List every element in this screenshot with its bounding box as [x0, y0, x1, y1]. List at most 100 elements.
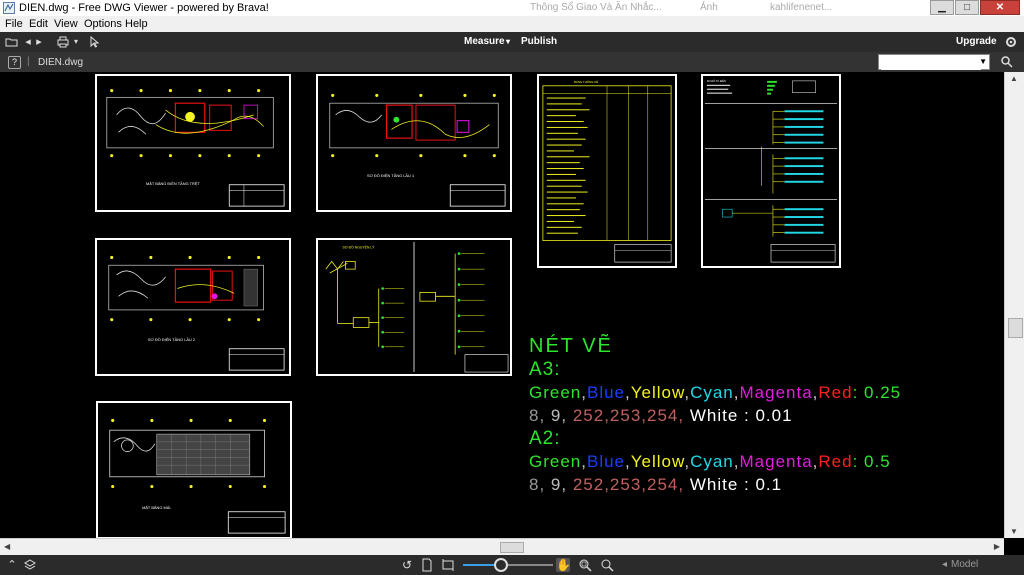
roof-plan-drawing: MẶT BẰNG MÁI	[109, 418, 286, 534]
line-weight-legend: NÉT VẼ A3: Green,Blue,Yellow,Cyan,Magent…	[529, 335, 901, 496]
measure-dropdown-icon[interactable]: ▾	[506, 37, 510, 46]
chevron-down-icon[interactable]: ▾	[69, 35, 83, 49]
drawing-sheet[interactable]: MẶT BẰNG MÁI	[96, 401, 292, 538]
search-field[interactable]: ▼	[878, 54, 990, 70]
background-tab[interactable]: kahlifenenet...	[770, 2, 832, 13]
color-cyan: Cyan	[690, 383, 734, 402]
menu-options[interactable]: Options	[84, 18, 122, 30]
chevron-up-icon[interactable]: ⌃	[5, 558, 19, 572]
menu-help[interactable]: Help	[125, 18, 148, 30]
scroll-thumb[interactable]	[1008, 318, 1023, 338]
scroll-down-icon[interactable]: ▼	[1010, 527, 1018, 536]
legend-a3-colors: Green,Blue,Yellow,Cyan,Magenta,Red: 0.25	[529, 383, 902, 402]
drawing-sheet[interactable]: SƠ ĐỒ TỦ ĐIỆN	[701, 74, 841, 268]
legend-a2-colors: Green,Blue,Yellow,Cyan,Magenta,Red: 0.5	[529, 452, 891, 471]
title-bar: DIEN.dwg - Free DWG Viewer - powered by …	[0, 0, 1024, 16]
color-magenta: Magenta	[739, 383, 813, 402]
app-icon	[3, 2, 15, 14]
a2-weight: : 0.5	[852, 452, 891, 471]
zoom-slider[interactable]	[463, 564, 553, 566]
gray-9: 9	[550, 475, 562, 494]
white: White	[689, 475, 739, 494]
color-yellow: Yellow	[630, 383, 685, 402]
zoom-slider-thumb[interactable]	[493, 558, 508, 572]
chevron-left-icon[interactable]: ◂	[942, 559, 947, 570]
close-button[interactable]: ✕	[980, 0, 1020, 15]
floor-plan-drawing: MẶT BẰNG ĐIỆN TẦNG TRỆT	[106, 89, 285, 207]
sheet-label: BẢNG THỐNG KÊ	[574, 79, 598, 84]
print-icon[interactable]	[56, 35, 70, 49]
legend-a3-label: A3:	[529, 359, 561, 380]
pan-hand-icon[interactable]: ✋	[556, 558, 571, 572]
search-input[interactable]	[881, 56, 981, 70]
color-cyan: Cyan	[690, 452, 734, 471]
floor-plan-drawing: SƠ ĐỒ ĐIỆN TẦNG LẦU 1	[329, 93, 506, 207]
background-tab[interactable]: Thông Sổ Giao Và Ăn Nhắc...	[530, 2, 662, 13]
minimize-button[interactable]: ▁	[930, 0, 954, 15]
white: White	[689, 406, 739, 425]
folder-open-icon[interactable]	[5, 35, 19, 49]
horizontal-scrollbar[interactable]: ◀ ▶	[0, 538, 1004, 555]
gray-set: 252,253,254	[572, 406, 679, 425]
vertical-scrollbar[interactable]: ▲ ▼	[1004, 72, 1024, 538]
chevron-down-icon[interactable]: ▼	[979, 57, 987, 66]
scroll-thumb[interactable]	[500, 542, 524, 553]
page-icon[interactable]	[420, 558, 434, 572]
color-magenta: Magenta	[739, 452, 813, 471]
schedule-table-drawing: BẢNG THỐNG KÊ	[542, 79, 672, 263]
legend-a3-grays: 8, 9, 252,253,254, White : 0.01	[529, 406, 793, 425]
model-tab[interactable]: ◂ Model	[942, 559, 978, 570]
floor-plan-drawing: SƠ ĐỒ ĐIỆN TẦNG LẦU 2	[108, 255, 285, 371]
menu-edit[interactable]: Edit	[29, 18, 48, 30]
scroll-up-icon[interactable]: ▲	[1010, 74, 1018, 83]
fit-icon[interactable]	[441, 558, 455, 572]
publish-button[interactable]: Publish	[521, 36, 557, 47]
drawing-sheet[interactable]: SƠ ĐỒ NGUYÊN LÝ	[316, 238, 512, 376]
sheet-label: MẶT BẰNG ĐIỆN TẦNG TRỆT	[146, 181, 200, 186]
zoom-window-icon[interactable]	[578, 558, 592, 572]
rotate-icon[interactable]: ↺	[400, 558, 414, 572]
document-bar: ? | DIEN.dwg ▼	[0, 52, 1024, 72]
drawing-sheet[interactable]: SƠ ĐỒ ĐIỆN TẦNG LẦU 1	[316, 74, 512, 212]
menu-bar: File Edit View Options Help	[0, 16, 1024, 32]
background-tabs: Thông Sổ Giao Và Ăn Nhắc... Ảnh kahlifen…	[300, 0, 940, 16]
model-label: Model	[951, 559, 979, 570]
gray-set: 252,253,254	[572, 475, 679, 494]
sheet-label: SƠ ĐỒ NGUYÊN LÝ	[342, 245, 375, 250]
gear-icon[interactable]	[1004, 35, 1018, 49]
scroll-right-icon[interactable]: ▶	[994, 542, 1000, 551]
window-title: DIEN.dwg - Free DWG Viewer - powered by …	[19, 2, 269, 14]
gray-9: 9	[550, 406, 562, 425]
magnifier-icon[interactable]	[1000, 55, 1014, 72]
toolbar: ◂ ▸ ▾ Measure ▾ Publish Upgrade	[0, 32, 1024, 52]
document-tab[interactable]: DIEN.dwg	[38, 57, 83, 68]
color-green: Green	[529, 452, 582, 471]
sheet-label: SƠ ĐỒ ĐIỆN TẦNG LẦU 2	[148, 337, 195, 342]
drawing-sheet[interactable]: BẢNG THỐNG KÊ	[537, 74, 677, 268]
legend-title: NÉT VẼ	[529, 335, 613, 357]
background-tab[interactable]: Ảnh	[700, 2, 718, 13]
schematic-drawing: SƠ ĐỒ NGUYÊN LÝ	[325, 241, 509, 373]
maximize-button[interactable]: □	[955, 0, 979, 15]
scroll-left-icon[interactable]: ◀	[4, 542, 10, 551]
a3-weight: : 0.25	[852, 383, 902, 402]
a3-white-weight: : 0.01	[738, 406, 793, 425]
gray-8: 8	[529, 475, 540, 494]
color-blue: Blue	[586, 452, 626, 471]
drawing-sheet[interactable]: MẶT BẰNG ĐIỆN TẦNG TRỆT	[95, 74, 291, 212]
measure-button[interactable]: Measure	[464, 36, 505, 47]
color-red: Red	[818, 383, 853, 402]
cursor-icon[interactable]	[87, 35, 101, 49]
layers-icon[interactable]	[23, 558, 37, 572]
color-yellow: Yellow	[630, 452, 685, 471]
drawing-sheet[interactable]: SƠ ĐỒ ĐIỆN TẦNG LẦU 2	[95, 238, 291, 376]
help-icon[interactable]: ?	[8, 56, 21, 69]
forward-arrow-icon[interactable]: ▸	[32, 35, 46, 49]
zoom-icon[interactable]	[600, 558, 614, 572]
color-red: Red	[818, 452, 853, 471]
menu-view[interactable]: View	[54, 18, 78, 30]
upgrade-button[interactable]: Upgrade	[956, 36, 997, 47]
menu-file[interactable]: File	[5, 18, 23, 30]
legend-a2-grays: 8, 9, 252,253,254, White : 0.1	[529, 475, 783, 494]
a2-white-weight: : 0.1	[738, 475, 783, 494]
